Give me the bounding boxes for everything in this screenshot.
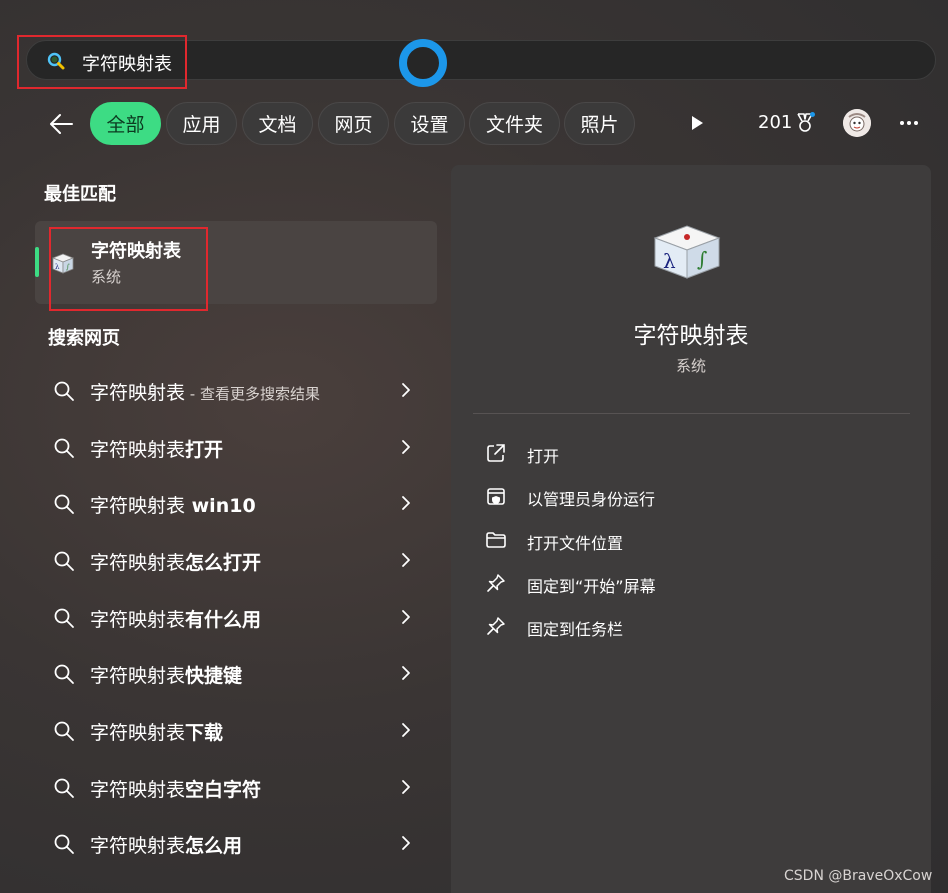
chevron-right-icon [398,721,414,739]
watermark: CSDN @BraveOxCow [784,868,933,884]
chevron-right-icon [398,608,414,626]
chevron-right-icon [398,664,414,682]
search-icon [53,380,75,402]
chevron-right-icon [398,438,414,456]
web-search-label: 字符映射表 win10 [90,495,256,517]
web-search-label: 字符映射表快捷键 [90,665,243,687]
shield-admin-icon [485,485,507,507]
web-search-label: 字符映射表 - 查看更多搜索结果 [90,382,320,404]
pin-icon [485,572,507,594]
web-search-label: 字符映射表打开 [90,439,224,461]
open-external-icon [485,442,507,464]
web-search-item[interactable]: 字符映射表下载 [38,705,438,755]
tab-folders[interactable]: 文件夹 [469,102,560,145]
tab-settings[interactable]: 设置 [394,102,465,145]
app-name: 字符映射表 [633,323,749,349]
app-category: 系统 [675,357,706,375]
selection-indicator [35,247,39,277]
action-open-file-location[interactable]: 打开文件位置 [485,524,885,556]
action-label: 打开文件位置 [527,534,624,553]
tab-all[interactable]: 全部 [90,102,161,145]
web-search-item[interactable]: 字符映射表 win10 [38,478,438,528]
more-options-icon[interactable] [896,111,922,135]
play-more-filters-icon[interactable] [684,111,708,135]
app-detail-pane: λ ∫ 字符映射表 系统 打开 以管理员身份运行 打开文件位置 固定到“开始”屏… [451,165,931,893]
rewards-medal-icon[interactable] [793,111,817,135]
web-search-item[interactable]: 字符映射表怎么用 [38,818,438,868]
tab-documents[interactable]: 文档 [242,102,313,145]
web-search-item[interactable]: 字符映射表怎么打开 [38,535,438,585]
action-label: 以管理员身份运行 [527,490,656,509]
user-avatar[interactable] [843,109,871,137]
highlight-box-best-match [49,227,208,311]
action-label: 打开 [527,447,560,466]
svg-text:λ: λ [663,249,676,273]
action-label: 固定到“开始”屏幕 [527,577,656,596]
action-open[interactable]: 打开 [485,437,885,469]
search-icon [53,833,75,855]
chevron-right-icon [398,494,414,512]
web-search-item[interactable]: 字符映射表有什么用 [38,592,438,642]
action-label: 固定到任务栏 [527,620,624,639]
chevron-right-icon [398,778,414,796]
best-match-heading: 最佳匹配 [44,184,116,205]
action-run-as-admin[interactable]: 以管理员身份运行 [485,480,885,512]
chevron-right-icon [398,381,414,399]
charmap-app-icon: λ ∫ [647,222,727,282]
web-search-label: 字符映射表怎么打开 [90,552,262,574]
svg-text:∫: ∫ [697,247,707,271]
web-search-label: 字符映射表有什么用 [90,609,262,631]
web-search-item[interactable]: 字符映射表打开 [38,422,438,472]
action-pin-to-start[interactable]: 固定到“开始”屏幕 [485,567,885,599]
back-arrow-icon[interactable] [46,108,78,140]
highlight-box-search [17,35,187,89]
tab-web[interactable]: 网页 [318,102,389,145]
search-icon [53,777,75,799]
web-search-item[interactable]: 字符映射表 - 查看更多搜索结果 [38,365,438,415]
rewards-points[interactable]: 201 [758,112,792,133]
search-icon [53,663,75,685]
folder-icon [485,529,507,551]
search-icon [53,493,75,515]
web-search-item[interactable]: 字符映射表空白字符 [38,762,438,812]
pin-icon [485,615,507,637]
search-icon [53,437,75,459]
web-search-item[interactable]: 字符映射表快捷键 [38,648,438,698]
chevron-right-icon [398,551,414,569]
action-pin-to-taskbar[interactable]: 固定到任务栏 [485,610,885,642]
divider [473,413,910,414]
web-search-heading: 搜索网页 [48,328,120,349]
web-search-label: 字符映射表空白字符 [90,779,262,801]
tab-photos[interactable]: 照片 [564,102,635,145]
search-icon [53,607,75,629]
search-icon [53,550,75,572]
tab-apps[interactable]: 应用 [166,102,237,145]
web-search-label: 字符映射表下载 [90,722,224,744]
cortana-icon[interactable] [399,39,447,87]
web-search-label: 字符映射表怎么用 [90,835,243,857]
chevron-right-icon [398,834,414,852]
search-icon [53,720,75,742]
